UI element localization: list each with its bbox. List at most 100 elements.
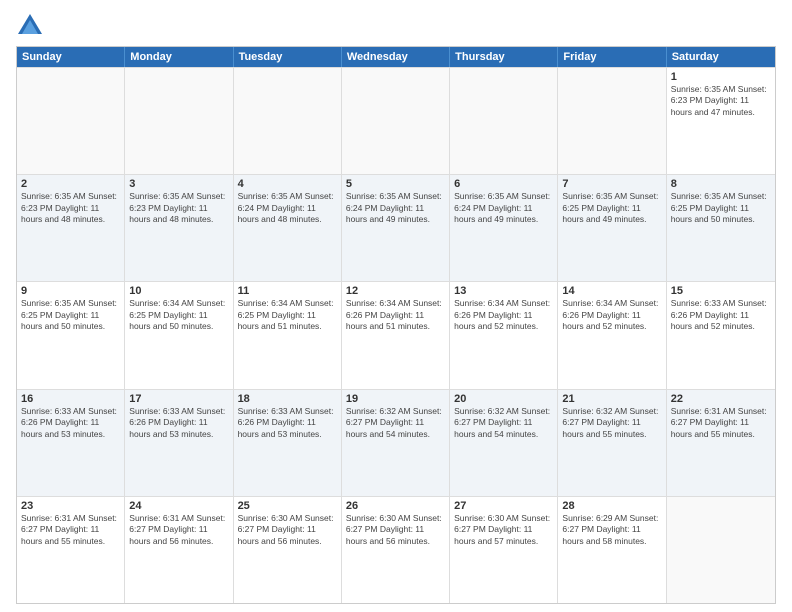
day-number: 23: [21, 500, 120, 512]
day-number: 4: [238, 178, 337, 190]
calendar-empty-cell: [125, 68, 233, 174]
day-number: 25: [238, 500, 337, 512]
calendar-day-14: 14Sunrise: 6:34 AM Sunset: 6:26 PM Dayli…: [558, 282, 666, 388]
calendar-day-15: 15Sunrise: 6:33 AM Sunset: 6:26 PM Dayli…: [667, 282, 775, 388]
day-info: Sunrise: 6:31 AM Sunset: 6:27 PM Dayligh…: [671, 406, 771, 440]
calendar-week-1: 2Sunrise: 6:35 AM Sunset: 6:23 PM Daylig…: [17, 174, 775, 281]
day-info: Sunrise: 6:34 AM Sunset: 6:26 PM Dayligh…: [346, 298, 445, 332]
page: SundayMondayTuesdayWednesdayThursdayFrid…: [0, 0, 792, 612]
calendar-week-0: 1Sunrise: 6:35 AM Sunset: 6:23 PM Daylig…: [17, 67, 775, 174]
day-number: 13: [454, 285, 553, 297]
day-info: Sunrise: 6:32 AM Sunset: 6:27 PM Dayligh…: [346, 406, 445, 440]
day-info: Sunrise: 6:35 AM Sunset: 6:23 PM Dayligh…: [671, 84, 771, 118]
day-info: Sunrise: 6:35 AM Sunset: 6:25 PM Dayligh…: [562, 191, 661, 225]
day-number: 11: [238, 285, 337, 297]
day-info: Sunrise: 6:35 AM Sunset: 6:25 PM Dayligh…: [671, 191, 771, 225]
calendar-day-20: 20Sunrise: 6:32 AM Sunset: 6:27 PM Dayli…: [450, 390, 558, 496]
day-number: 14: [562, 285, 661, 297]
calendar-empty-cell: [234, 68, 342, 174]
day-number: 24: [129, 500, 228, 512]
day-number: 8: [671, 178, 771, 190]
day-info: Sunrise: 6:33 AM Sunset: 6:26 PM Dayligh…: [21, 406, 120, 440]
day-info: Sunrise: 6:35 AM Sunset: 6:24 PM Dayligh…: [346, 191, 445, 225]
calendar: SundayMondayTuesdayWednesdayThursdayFrid…: [16, 46, 776, 604]
calendar-day-4: 4Sunrise: 6:35 AM Sunset: 6:24 PM Daylig…: [234, 175, 342, 281]
calendar-day-27: 27Sunrise: 6:30 AM Sunset: 6:27 PM Dayli…: [450, 497, 558, 603]
header-day-monday: Monday: [125, 47, 233, 67]
day-number: 10: [129, 285, 228, 297]
logo-icon: [16, 12, 44, 40]
day-info: Sunrise: 6:35 AM Sunset: 6:23 PM Dayligh…: [129, 191, 228, 225]
calendar-day-8: 8Sunrise: 6:35 AM Sunset: 6:25 PM Daylig…: [667, 175, 775, 281]
calendar-week-3: 16Sunrise: 6:33 AM Sunset: 6:26 PM Dayli…: [17, 389, 775, 496]
day-number: 2: [21, 178, 120, 190]
day-info: Sunrise: 6:31 AM Sunset: 6:27 PM Dayligh…: [129, 513, 228, 547]
day-number: 6: [454, 178, 553, 190]
calendar-week-2: 9Sunrise: 6:35 AM Sunset: 6:25 PM Daylig…: [17, 281, 775, 388]
calendar-day-21: 21Sunrise: 6:32 AM Sunset: 6:27 PM Dayli…: [558, 390, 666, 496]
day-info: Sunrise: 6:33 AM Sunset: 6:26 PM Dayligh…: [238, 406, 337, 440]
header-day-wednesday: Wednesday: [342, 47, 450, 67]
day-number: 26: [346, 500, 445, 512]
calendar-body: 1Sunrise: 6:35 AM Sunset: 6:23 PM Daylig…: [17, 67, 775, 603]
calendar-empty-cell: [17, 68, 125, 174]
calendar-day-16: 16Sunrise: 6:33 AM Sunset: 6:26 PM Dayli…: [17, 390, 125, 496]
calendar-day-5: 5Sunrise: 6:35 AM Sunset: 6:24 PM Daylig…: [342, 175, 450, 281]
day-info: Sunrise: 6:34 AM Sunset: 6:25 PM Dayligh…: [238, 298, 337, 332]
header-day-sunday: Sunday: [17, 47, 125, 67]
calendar-week-4: 23Sunrise: 6:31 AM Sunset: 6:27 PM Dayli…: [17, 496, 775, 603]
header-day-friday: Friday: [558, 47, 666, 67]
day-info: Sunrise: 6:34 AM Sunset: 6:25 PM Dayligh…: [129, 298, 228, 332]
day-info: Sunrise: 6:32 AM Sunset: 6:27 PM Dayligh…: [454, 406, 553, 440]
day-number: 16: [21, 393, 120, 405]
day-info: Sunrise: 6:35 AM Sunset: 6:23 PM Dayligh…: [21, 191, 120, 225]
day-info: Sunrise: 6:33 AM Sunset: 6:26 PM Dayligh…: [671, 298, 771, 332]
day-info: Sunrise: 6:30 AM Sunset: 6:27 PM Dayligh…: [346, 513, 445, 547]
day-number: 12: [346, 285, 445, 297]
calendar-day-10: 10Sunrise: 6:34 AM Sunset: 6:25 PM Dayli…: [125, 282, 233, 388]
calendar-empty-cell: [667, 497, 775, 603]
calendar-day-13: 13Sunrise: 6:34 AM Sunset: 6:26 PM Dayli…: [450, 282, 558, 388]
day-number: 21: [562, 393, 661, 405]
day-info: Sunrise: 6:30 AM Sunset: 6:27 PM Dayligh…: [238, 513, 337, 547]
calendar-day-28: 28Sunrise: 6:29 AM Sunset: 6:27 PM Dayli…: [558, 497, 666, 603]
calendar-day-18: 18Sunrise: 6:33 AM Sunset: 6:26 PM Dayli…: [234, 390, 342, 496]
day-number: 18: [238, 393, 337, 405]
calendar-day-3: 3Sunrise: 6:35 AM Sunset: 6:23 PM Daylig…: [125, 175, 233, 281]
calendar-empty-cell: [450, 68, 558, 174]
day-number: 19: [346, 393, 445, 405]
day-number: 27: [454, 500, 553, 512]
day-number: 7: [562, 178, 661, 190]
day-info: Sunrise: 6:33 AM Sunset: 6:26 PM Dayligh…: [129, 406, 228, 440]
calendar-day-6: 6Sunrise: 6:35 AM Sunset: 6:24 PM Daylig…: [450, 175, 558, 281]
day-number: 17: [129, 393, 228, 405]
header: [16, 12, 776, 40]
calendar-day-25: 25Sunrise: 6:30 AM Sunset: 6:27 PM Dayli…: [234, 497, 342, 603]
day-info: Sunrise: 6:32 AM Sunset: 6:27 PM Dayligh…: [562, 406, 661, 440]
day-info: Sunrise: 6:30 AM Sunset: 6:27 PM Dayligh…: [454, 513, 553, 547]
calendar-empty-cell: [558, 68, 666, 174]
day-info: Sunrise: 6:35 AM Sunset: 6:24 PM Dayligh…: [238, 191, 337, 225]
day-info: Sunrise: 6:29 AM Sunset: 6:27 PM Dayligh…: [562, 513, 661, 547]
day-number: 22: [671, 393, 771, 405]
day-info: Sunrise: 6:35 AM Sunset: 6:25 PM Dayligh…: [21, 298, 120, 332]
day-number: 28: [562, 500, 661, 512]
calendar-header: SundayMondayTuesdayWednesdayThursdayFrid…: [17, 47, 775, 67]
calendar-day-2: 2Sunrise: 6:35 AM Sunset: 6:23 PM Daylig…: [17, 175, 125, 281]
day-info: Sunrise: 6:34 AM Sunset: 6:26 PM Dayligh…: [562, 298, 661, 332]
day-info: Sunrise: 6:35 AM Sunset: 6:24 PM Dayligh…: [454, 191, 553, 225]
calendar-day-1: 1Sunrise: 6:35 AM Sunset: 6:23 PM Daylig…: [667, 68, 775, 174]
header-day-tuesday: Tuesday: [234, 47, 342, 67]
day-number: 20: [454, 393, 553, 405]
day-number: 3: [129, 178, 228, 190]
calendar-day-7: 7Sunrise: 6:35 AM Sunset: 6:25 PM Daylig…: [558, 175, 666, 281]
calendar-day-12: 12Sunrise: 6:34 AM Sunset: 6:26 PM Dayli…: [342, 282, 450, 388]
day-info: Sunrise: 6:31 AM Sunset: 6:27 PM Dayligh…: [21, 513, 120, 547]
calendar-day-17: 17Sunrise: 6:33 AM Sunset: 6:26 PM Dayli…: [125, 390, 233, 496]
day-info: Sunrise: 6:34 AM Sunset: 6:26 PM Dayligh…: [454, 298, 553, 332]
calendar-day-11: 11Sunrise: 6:34 AM Sunset: 6:25 PM Dayli…: [234, 282, 342, 388]
day-number: 15: [671, 285, 771, 297]
calendar-day-19: 19Sunrise: 6:32 AM Sunset: 6:27 PM Dayli…: [342, 390, 450, 496]
calendar-empty-cell: [342, 68, 450, 174]
day-number: 5: [346, 178, 445, 190]
